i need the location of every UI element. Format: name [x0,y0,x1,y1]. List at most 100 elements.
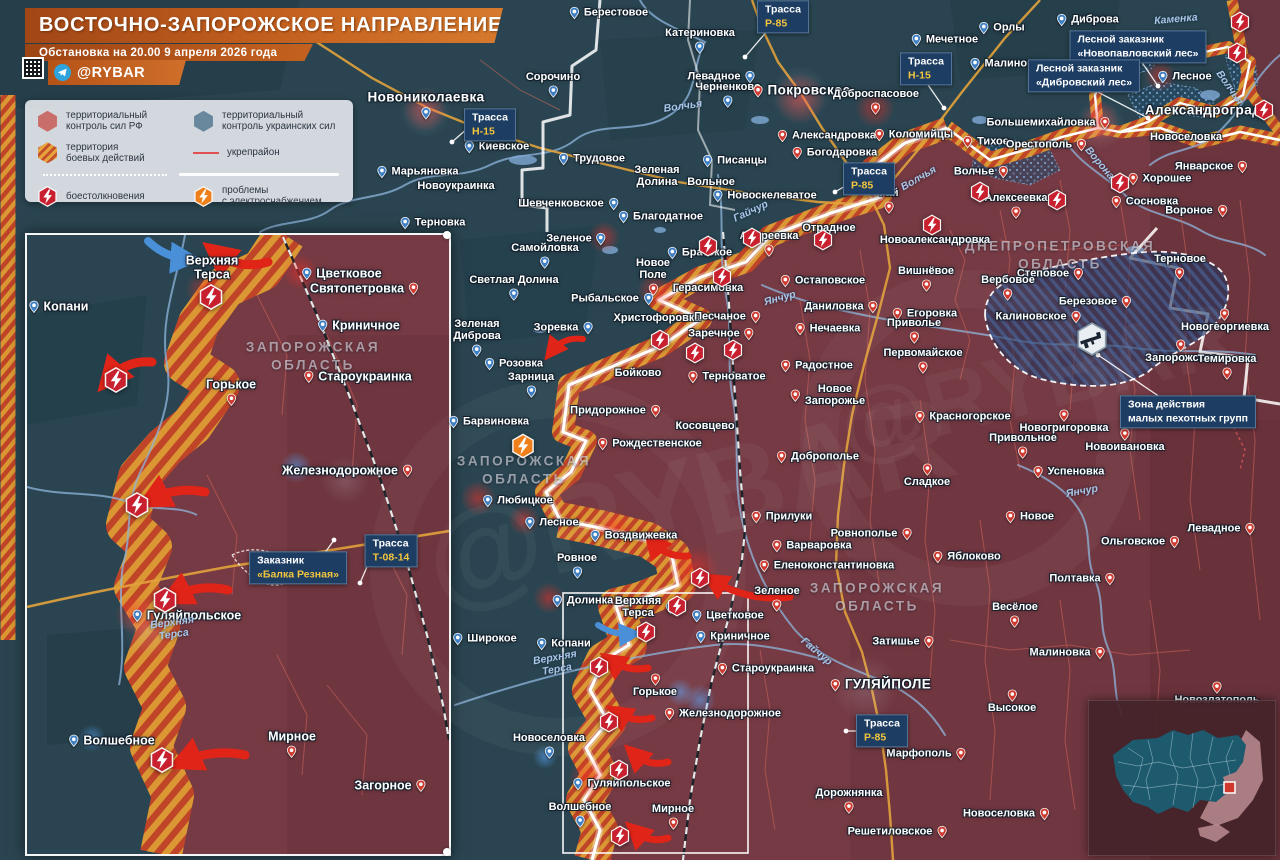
settlement-pin-rf [1211,681,1224,694]
settlement-pin-rf [791,147,804,160]
settlement-pin-rf [1104,573,1117,586]
settlement: Вольное [687,177,735,189]
settlement: Большемихайловка [986,117,1111,130]
settlement-label: Александровка [792,130,876,142]
settlement-label: Зеленая Долина [634,165,679,189]
settlement: Александроград [1145,104,1261,119]
settlement-label: Красногорское [929,411,1010,423]
settlement-label: Катериновка [665,28,735,40]
settlement-label: Светлая Долина [469,275,558,287]
settlement-label: Мечетное [926,34,978,46]
settlement-pin-rf [663,708,676,721]
settlement-pin-rf [1093,647,1106,660]
fortified-line-icon [193,152,219,154]
settlement: Новоивановка [1085,428,1164,454]
settlement-pin-rf [1216,205,1229,218]
settlement-pin-rf [873,129,886,142]
map-callout: ТрассаР-85 [757,0,809,33]
legend-separator [43,173,339,176]
settlement: Вишнёвое [898,266,954,292]
map-callout: ТрассаН-15 [464,108,516,141]
settlement-label: Вербовое [981,275,1035,287]
settlement-label: Новое [1020,511,1054,523]
settlement: Святопетровка [310,282,420,296]
settlement-pin-ua [607,198,620,211]
settlement-label: Вишнёвое [898,266,954,278]
title-banner: ВОСТОЧНО-ЗАПОРОЖСКОЕ НАПРАВЛЕНИЕ [25,8,503,43]
settlement-pin-rf [789,390,802,403]
settlement-pin-rf [749,311,762,324]
settlement: Песчаное [694,311,762,324]
settlement-label: Еленоконстантиновка [774,560,895,572]
clash-icon [1227,43,1248,64]
settlement-label: Святопетровка [310,282,404,296]
settlement-pin-ua [711,190,724,203]
settlement-pin-rf [776,130,789,143]
settlement: Зарница [508,372,554,398]
settlement-pin-ua [721,95,734,108]
settlement: Новоселовка [1150,132,1222,144]
settlement-label: Январское [1175,161,1233,173]
settlement-label: Новониколаевка [367,91,484,106]
region-label: ЗАПОРОЖСКАЯ ОБЛАСТЬ [246,338,380,373]
settlement-label: Косовцево [675,421,734,433]
settlement-label: Коломийцы [889,129,953,141]
settlement-pin-ua [399,217,412,230]
settlement: Зеленое [754,586,799,612]
settlement-pin-rf [882,201,895,214]
clash-icon [813,230,834,251]
settlement: Сорочино [526,72,580,98]
settlement-label: Даниловка [804,301,863,313]
settlement: Доброполье [775,451,859,464]
settlement: Благодатное [617,211,703,224]
settlement: Диброва [1055,14,1119,27]
settlement-label: Темировка [1198,354,1257,366]
settlement-label: Остаповское [795,275,865,287]
legend-item: боестолкновения [37,185,189,208]
settlement-pin-ua [571,778,584,791]
settlement-label: Березовое [1059,296,1117,308]
river-label: Волчья [899,164,938,193]
settlement-pin-rf [935,826,948,839]
legend-item: укрепрайон [193,142,345,165]
settlement: Приволье [887,318,941,344]
settlement-pin-rf [751,84,764,97]
settlement-label: Сорочино [526,72,580,84]
settlement-label: Новоселовка [1150,132,1222,144]
settlement: Александровка [776,130,876,143]
settlement-pin-ua [568,7,581,20]
legend-item: территория боевых действий [37,142,189,165]
legend-item: территориальный контроль сил РФ [37,110,189,133]
situation-map: @RYBAR @RYBAR БерестовоеКатериновкаСороч… [0,0,1280,860]
settlement-label: Новоукраинка [417,181,494,193]
settlement-label: Ровное [557,553,597,565]
settlement-pin-ua [573,815,586,828]
settlement-pin-rf [224,393,237,406]
settlement-label: Криничное [332,319,400,333]
settlement-pin-rf [415,780,428,793]
map-callout: ТрассаТ-08-14 [365,534,418,567]
settlement: Железнодорожное [663,708,781,721]
settlement: Рождественское [596,438,702,451]
settlement-label: Герасимовка [673,283,744,295]
settlement: Сладкое [904,463,950,489]
settlement-label: Ольговское [1101,536,1165,548]
settlement-label: Загорное [354,779,411,793]
river-label: Верхняя Терса [150,614,197,643]
clash-icon [103,367,129,393]
clash-icon [698,236,719,257]
settlement-label: Писанцы [717,155,767,167]
settlement-label: Нечаевка [810,323,861,335]
brand-badge[interactable]: @RYBAR [48,60,186,85]
settlement-pin-rf [1120,296,1133,309]
settlement-label: Диброва [1071,14,1119,26]
settlement-label: Берестовое [584,7,648,19]
settlement-pin-ua [507,288,520,301]
settlement: Яблоково [931,551,1000,564]
settlement-pin-rf [1032,466,1045,479]
legend-item-label: проблемы с электроснабжением [222,185,322,208]
settlement-label: Вольное [687,177,735,189]
settlement-pin-ua [463,141,476,154]
settlement: Даниловка [804,301,879,314]
settlement-pin-ua [67,735,80,748]
